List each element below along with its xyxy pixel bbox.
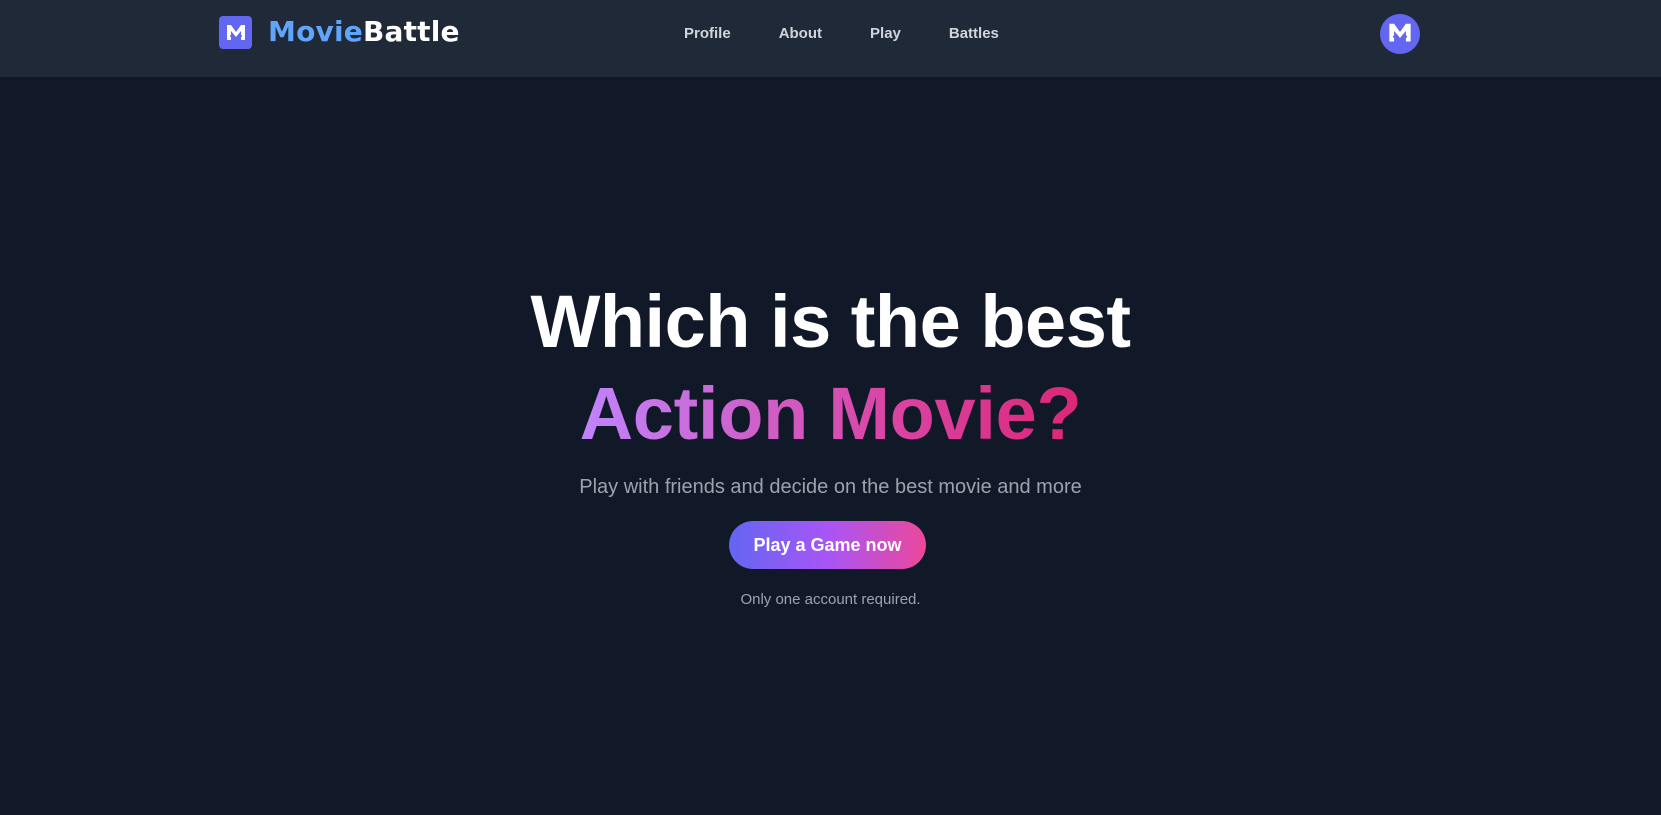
nav-link-about[interactable]: About [779,0,822,68]
nav-link-play[interactable]: Play [870,0,901,68]
brand-name: MovieBattle [268,15,460,49]
play-game-button[interactable]: Play a Game now [729,521,926,569]
top-navbar: MovieBattle Profile About Play Battles [0,0,1661,77]
user-avatar-button[interactable] [1380,14,1420,54]
m-logo-icon [219,15,252,49]
m-logo-icon [1387,20,1413,49]
brand-link[interactable]: MovieBattle [219,15,460,49]
brand-name-battle: Battle [362,15,460,48]
hero-title-highlight: Action Movie? [0,371,1661,457]
main-nav: Profile About Play Battles [660,0,1023,68]
hero-title: Which is the best [530,280,1131,363]
account-note: Only one account required. [740,591,921,608]
nav-link-battles[interactable]: Battles [949,0,999,68]
hero-section: Which is the best Action Movie? Play wit… [0,77,1661,815]
nav-link-profile[interactable]: Profile [684,0,731,68]
brand-name-movie: Movie [268,15,363,48]
hero-title-gradient-text: Action Movie? [579,372,1082,455]
hero-subtitle: Play with friends and decide on the best… [579,476,1082,498]
